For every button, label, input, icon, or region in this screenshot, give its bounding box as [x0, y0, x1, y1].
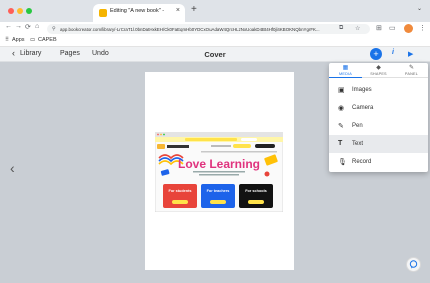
add-content-button[interactable]: +: [370, 48, 382, 60]
microphone-icon: 🎙: [338, 159, 347, 166]
page-title: Cover: [204, 50, 226, 59]
menu-item-text[interactable]: T Text: [329, 135, 428, 153]
add-content-menu: ▦ MEDIA ◆ SHAPES ✎ PANEL ▣ Images ◉ Came…: [329, 63, 428, 172]
site-info-icon[interactable]: ⚲: [52, 26, 56, 32]
browser-tab[interactable]: Editing "A new book" - Book Creator ×: [93, 4, 185, 22]
new-tab-button[interactable]: +: [191, 4, 197, 15]
browser-menu-icon[interactable]: ⋮: [419, 24, 426, 32]
apps-grid-icon[interactable]: ⠿: [5, 37, 9, 43]
menu-item-camera-label: Camera: [352, 105, 374, 111]
info-icon[interactable]: i: [392, 49, 394, 56]
reload-icon[interactable]: ⟳: [25, 23, 31, 31]
tab-panel-label: PANEL: [404, 72, 419, 76]
forward-arrow-icon[interactable]: →: [15, 23, 22, 30]
back-arrow-icon[interactable]: ←: [5, 23, 12, 30]
for-schools-card[interactable]: [239, 184, 273, 208]
menu-item-record-label: Record: [352, 159, 372, 165]
extensions-icon[interactable]: ⊞: [376, 24, 382, 32]
close-window-dot[interactable]: [8, 8, 14, 14]
menu-item-pen-label: Pen: [352, 123, 363, 129]
bookmark-apps[interactable]: Apps: [12, 37, 25, 43]
svg-text:For schools: For schools: [245, 189, 267, 193]
menu-item-text-label: Text: [352, 141, 364, 147]
menu-item-images[interactable]: ▣ Images: [329, 81, 428, 99]
images-icon: ▣: [338, 87, 345, 94]
tab-panel[interactable]: ✎ PANEL: [395, 63, 428, 78]
menu-item-pen[interactable]: ✎ Pen: [329, 117, 428, 135]
love-learning-headline: Love Learning: [178, 157, 260, 171]
bookmark-star-icon[interactable]: ☆: [355, 25, 360, 32]
close-tab-icon[interactable]: ×: [176, 7, 180, 14]
chat-bubble-icon: [409, 260, 418, 269]
pen-icon: ✎: [338, 123, 344, 130]
bookmark-capeb[interactable]: CAPEB: [38, 37, 57, 43]
tab-media-label: MEDIA: [338, 72, 353, 76]
browser-tab-title: Editing "A new book" - Book Creator: [110, 8, 166, 14]
folder-icon[interactable]: ▭: [30, 37, 35, 43]
panel-icon: ✎: [408, 65, 415, 71]
minimize-window-dot[interactable]: [17, 8, 23, 14]
tab-media[interactable]: ▦ MEDIA: [329, 63, 362, 78]
camera-icon: ◉: [338, 105, 345, 112]
bookmarks-bar: ⠿ Apps ▭ CAPEB: [0, 35, 430, 47]
tab-shapes-label: SHAPES: [370, 72, 387, 76]
browser-tab-strip: Editing "A new book" - Book Creator × + …: [0, 0, 430, 22]
for-teachers-card[interactable]: [201, 184, 235, 208]
svg-text:For teachers: For teachers: [207, 189, 230, 193]
chat-help-button[interactable]: [406, 257, 421, 272]
for-students-card[interactable]: [163, 184, 197, 208]
play-icon[interactable]: ▶: [408, 50, 413, 58]
book-page[interactable]: Love Learning For students For teachers …: [145, 72, 294, 270]
previous-page-arrow-icon[interactable]: ‹: [10, 160, 15, 176]
install-app-icon[interactable]: ⧉: [339, 25, 343, 32]
address-bar[interactable]: ⚲ app.bookcreator.com/library/-LrCraT1l.…: [47, 24, 370, 34]
home-icon[interactable]: ⌂: [35, 23, 39, 30]
browser-toolbar: ← → ⟳ ⌂ ⚲ app.bookcreator.com/library/-L…: [0, 22, 430, 35]
menu-item-camera[interactable]: ◉ Camera: [329, 99, 428, 117]
media-icon: ▦: [342, 65, 349, 71]
menu-item-images-label: Images: [352, 87, 372, 93]
app-header: ‹ Library Pages Undo Cover + i ▶: [0, 47, 430, 62]
menu-item-record[interactable]: 🎙 Record: [329, 153, 428, 171]
profile-avatar[interactable]: [404, 24, 413, 33]
address-bar-url[interactable]: app.bookcreator.com/library/-LrCraT1l.0b…: [60, 27, 325, 32]
shapes-icon: ◆: [376, 65, 381, 71]
pasted-screenshot-image[interactable]: Love Learning For students For teachers …: [155, 132, 283, 212]
tab-search-chevron-icon[interactable]: ⌄: [417, 5, 422, 12]
zoom-window-dot[interactable]: [26, 8, 32, 14]
svg-text:For students: For students: [169, 189, 192, 193]
side-panel-icon[interactable]: ▭: [389, 24, 396, 32]
book-creator-favicon-icon: [99, 9, 107, 17]
tab-shapes[interactable]: ◆ SHAPES: [362, 63, 395, 78]
text-icon: T: [338, 140, 343, 147]
